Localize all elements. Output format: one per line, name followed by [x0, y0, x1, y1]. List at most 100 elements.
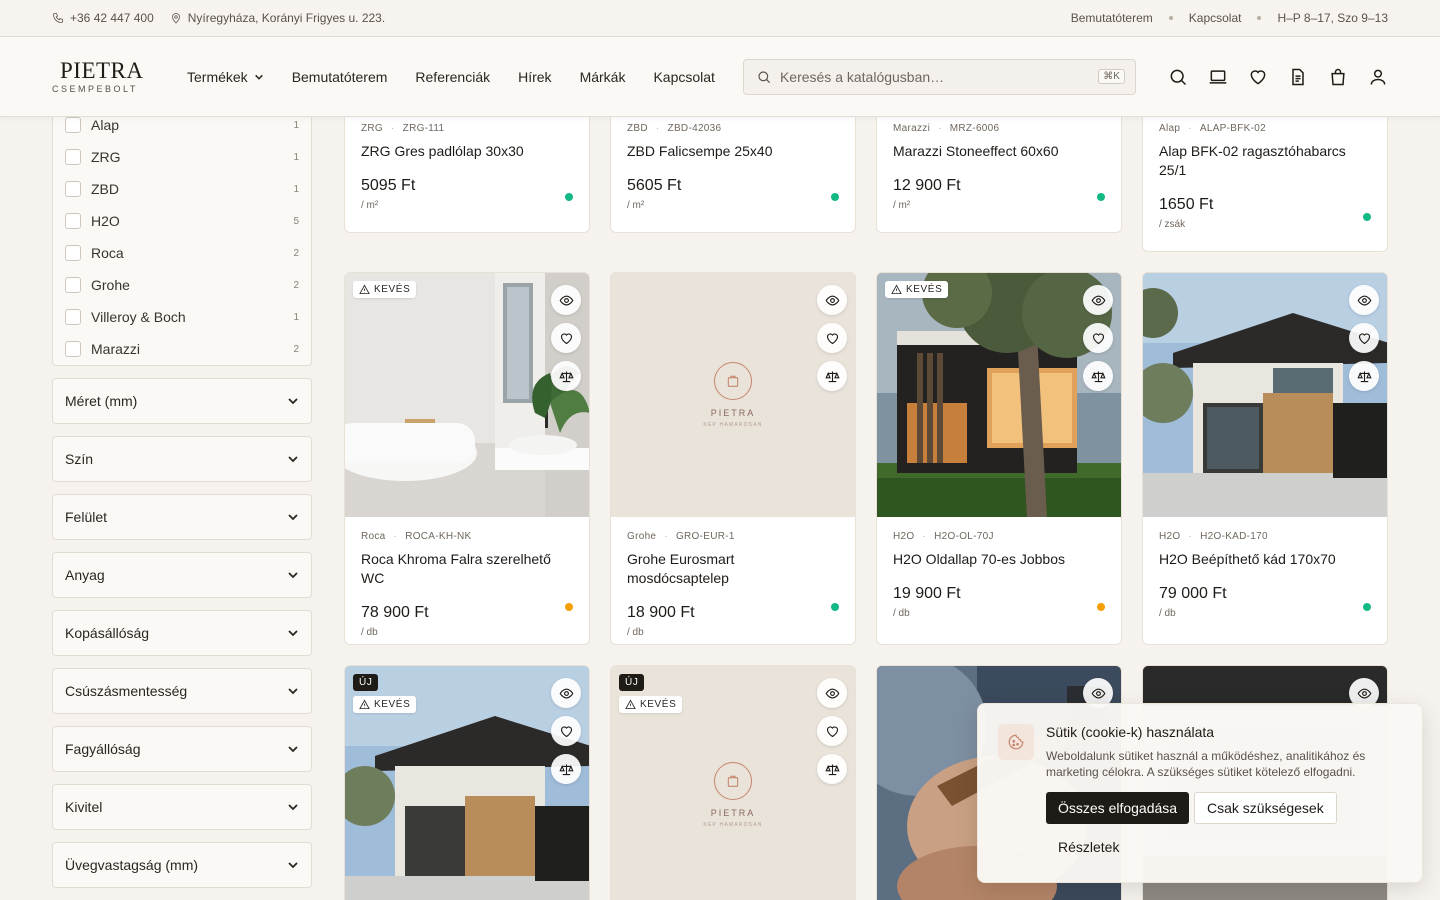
product-title[interactable]: H2O Beépíthető kád 170x70 — [1159, 550, 1371, 569]
checkbox[interactable] — [65, 245, 81, 261]
product-title[interactable]: Alap BFK-02 ragasztóhabarcs 25/1 — [1159, 142, 1371, 180]
checkbox[interactable] — [65, 181, 81, 197]
brand-filter-item[interactable]: Marazzi 2 — [65, 333, 299, 365]
filter-material[interactable]: Anyag — [52, 552, 312, 598]
nav-item-news[interactable]: Hírek — [518, 69, 551, 85]
topbar-link-showroom[interactable]: Bemutatóterem — [1071, 11, 1153, 25]
product-card[interactable]: Marazzi · MRZ-6006 Marazzi Stoneeffect 60x… — [876, 100, 1122, 233]
checkbox[interactable] — [65, 277, 81, 293]
product-meta: Roca · ROCA-KH-NK — [361, 531, 472, 542]
brand-label: Marazzi — [91, 341, 141, 357]
checkbox[interactable] — [65, 309, 81, 325]
address-contact[interactable]: Nyíregyháza, Korányi Frigyes u. 223. — [170, 11, 385, 25]
product-title[interactable]: Grohe Eurosmart mosdócsaptelep — [627, 550, 839, 588]
product-card[interactable]: Alap · ALAP-BFK-02 Alap BFK-02 ragasztóhab… — [1142, 100, 1388, 252]
compare-button[interactable] — [1349, 361, 1379, 391]
product-card[interactable]: PIETRA KÉP HAMAROSAN Grohe · GRO-EUR-1 Gro… — [610, 272, 856, 645]
compare-button[interactable] — [551, 361, 581, 391]
nav-item-showroom[interactable]: Bemutatóterem — [292, 69, 388, 85]
brand-filter-item[interactable]: ZRG 1 — [65, 141, 299, 173]
product-card[interactable]: KEVÉS Roca · ROCA-KH-NK Roca Khroma Falra … — [344, 272, 590, 645]
quick-view-button[interactable] — [1083, 285, 1113, 315]
filter-frost[interactable]: Fagyállóság — [52, 726, 312, 772]
checkbox[interactable] — [65, 341, 81, 357]
topbar-link-contact[interactable]: Kapcsolat — [1189, 11, 1242, 25]
chevron-down-icon — [288, 456, 298, 463]
nav-item-brands[interactable]: Márkák — [580, 69, 626, 85]
brand-filter-item[interactable]: Grohe 2 — [65, 269, 299, 301]
quick-view-button[interactable] — [551, 285, 581, 315]
search-input[interactable] — [779, 68, 1091, 85]
compare-button[interactable] — [1083, 361, 1113, 391]
compare-button[interactable] — [817, 361, 847, 391]
nav-item-contact[interactable]: Kapcsolat — [653, 69, 714, 85]
wishlist-button[interactable] — [817, 716, 847, 746]
wishlist-button[interactable] — [551, 323, 581, 353]
product-image[interactable]: ÚJ KEVÉS — [345, 666, 589, 900]
necessary-only-button[interactable]: Csak szükségesek — [1194, 792, 1337, 824]
product-card[interactable]: ZBD · ZBD-42036 ZBD Falicsempe 25x40 5605 … — [610, 100, 856, 233]
search-icon[interactable] — [1168, 67, 1188, 87]
nav-item-products[interactable]: Termékek — [187, 69, 264, 85]
compare-button[interactable] — [817, 754, 847, 784]
product-card[interactable]: ÚJ KEVÉS — [344, 665, 590, 900]
product-title[interactable]: ZBD Falicsempe 25x40 — [627, 142, 839, 161]
nav-item-references[interactable]: Referenciák — [415, 69, 490, 85]
accept-all-button[interactable]: Összes elfogadása — [1046, 792, 1190, 824]
phone-icon — [53, 13, 63, 23]
user-icon[interactable] — [1368, 67, 1388, 87]
heart-icon[interactable] — [1248, 67, 1268, 87]
scale-icon — [558, 764, 574, 775]
product-image-placeholder[interactable]: PIETRA KÉP HAMAROSAN — [611, 273, 855, 517]
product-title[interactable]: ZRG Gres padlólap 30x30 — [361, 142, 573, 161]
filter-surface[interactable]: Felület — [52, 494, 312, 540]
filter-color[interactable]: Szín — [52, 436, 312, 482]
product-title[interactable]: Marazzi Stoneeffect 60x60 — [893, 142, 1105, 161]
product-title[interactable]: Roca Khroma Falra szerelhető WC — [361, 550, 573, 588]
filter-glass-thickness[interactable]: Üvegvastagság (mm) — [52, 842, 312, 888]
top-info-bar: +36 42 447 400 Nyíregyháza, Korányi Frig… — [0, 0, 1440, 37]
document-icon[interactable] — [1288, 67, 1308, 87]
wishlist-button[interactable] — [551, 716, 581, 746]
quick-view-button[interactable] — [817, 285, 847, 315]
product-card[interactable]: PIETRA KÉP HAMAROSAN ÚJ KEVÉS — [610, 665, 856, 900]
wishlist-button[interactable] — [817, 323, 847, 353]
checkbox[interactable] — [65, 149, 81, 165]
product-image[interactable]: KEVÉS — [345, 273, 589, 517]
filter-label: Csúszásmentesség — [65, 683, 188, 699]
brand-filter-item[interactable]: Roca 2 — [65, 237, 299, 269]
brand-label: Alap — [91, 117, 120, 133]
compare-button[interactable] — [551, 754, 581, 784]
wishlist-button[interactable] — [1083, 323, 1113, 353]
brand-filter-item[interactable]: Villeroy & Boch 1 — [65, 301, 299, 333]
filter-label: Anyag — [65, 567, 105, 583]
product-card[interactable]: KEVÉS H2O · H2O-OL-70J H2O Oldallap 70-es … — [876, 272, 1122, 645]
heart-icon — [560, 332, 572, 344]
phone-contact[interactable]: +36 42 447 400 — [52, 11, 154, 25]
wishlist-button[interactable] — [1349, 323, 1379, 353]
brand-filter-item[interactable]: H2O 5 — [65, 205, 299, 237]
search-box[interactable]: ⌘K — [742, 58, 1136, 95]
product-image[interactable]: KEVÉS — [877, 273, 1121, 517]
showroom-icon[interactable] — [1208, 67, 1228, 87]
brand-filter-item[interactable]: ZBD 1 — [65, 173, 299, 205]
search-icon — [758, 70, 771, 83]
product-image-placeholder[interactable]: PIETRA KÉP HAMAROSAN ÚJ KEVÉS — [611, 666, 855, 900]
quick-view-button[interactable] — [1349, 285, 1379, 315]
filter-slip[interactable]: Csúszásmentesség — [52, 668, 312, 714]
quick-view-button[interactable] — [817, 678, 847, 708]
cookie-details-button[interactable]: Részletek — [1046, 834, 1131, 860]
checkbox[interactable] — [65, 213, 81, 229]
filter-size[interactable]: Méret (mm) — [52, 378, 312, 424]
logo[interactable]: PIETRA CSEMPEBOLT — [52, 59, 187, 94]
filter-finish[interactable]: Kivitel — [52, 784, 312, 830]
product-title[interactable]: H2O Oldallap 70-es Jobbos — [893, 550, 1105, 569]
filter-abrasion[interactable]: Kopásállóság — [52, 610, 312, 656]
product-card[interactable]: ZRG · ZRG-111 ZRG Gres padlólap 30x30 5095… — [344, 100, 590, 233]
cookie-icon-box — [998, 724, 1034, 760]
checkbox[interactable] — [65, 117, 81, 133]
quick-view-button[interactable] — [551, 678, 581, 708]
product-image[interactable] — [1143, 273, 1387, 517]
cart-icon[interactable] — [1328, 67, 1348, 87]
product-card[interactable]: H2O · H2O-KAD-170 H2O Beépíthető kád 170x7… — [1142, 272, 1388, 645]
